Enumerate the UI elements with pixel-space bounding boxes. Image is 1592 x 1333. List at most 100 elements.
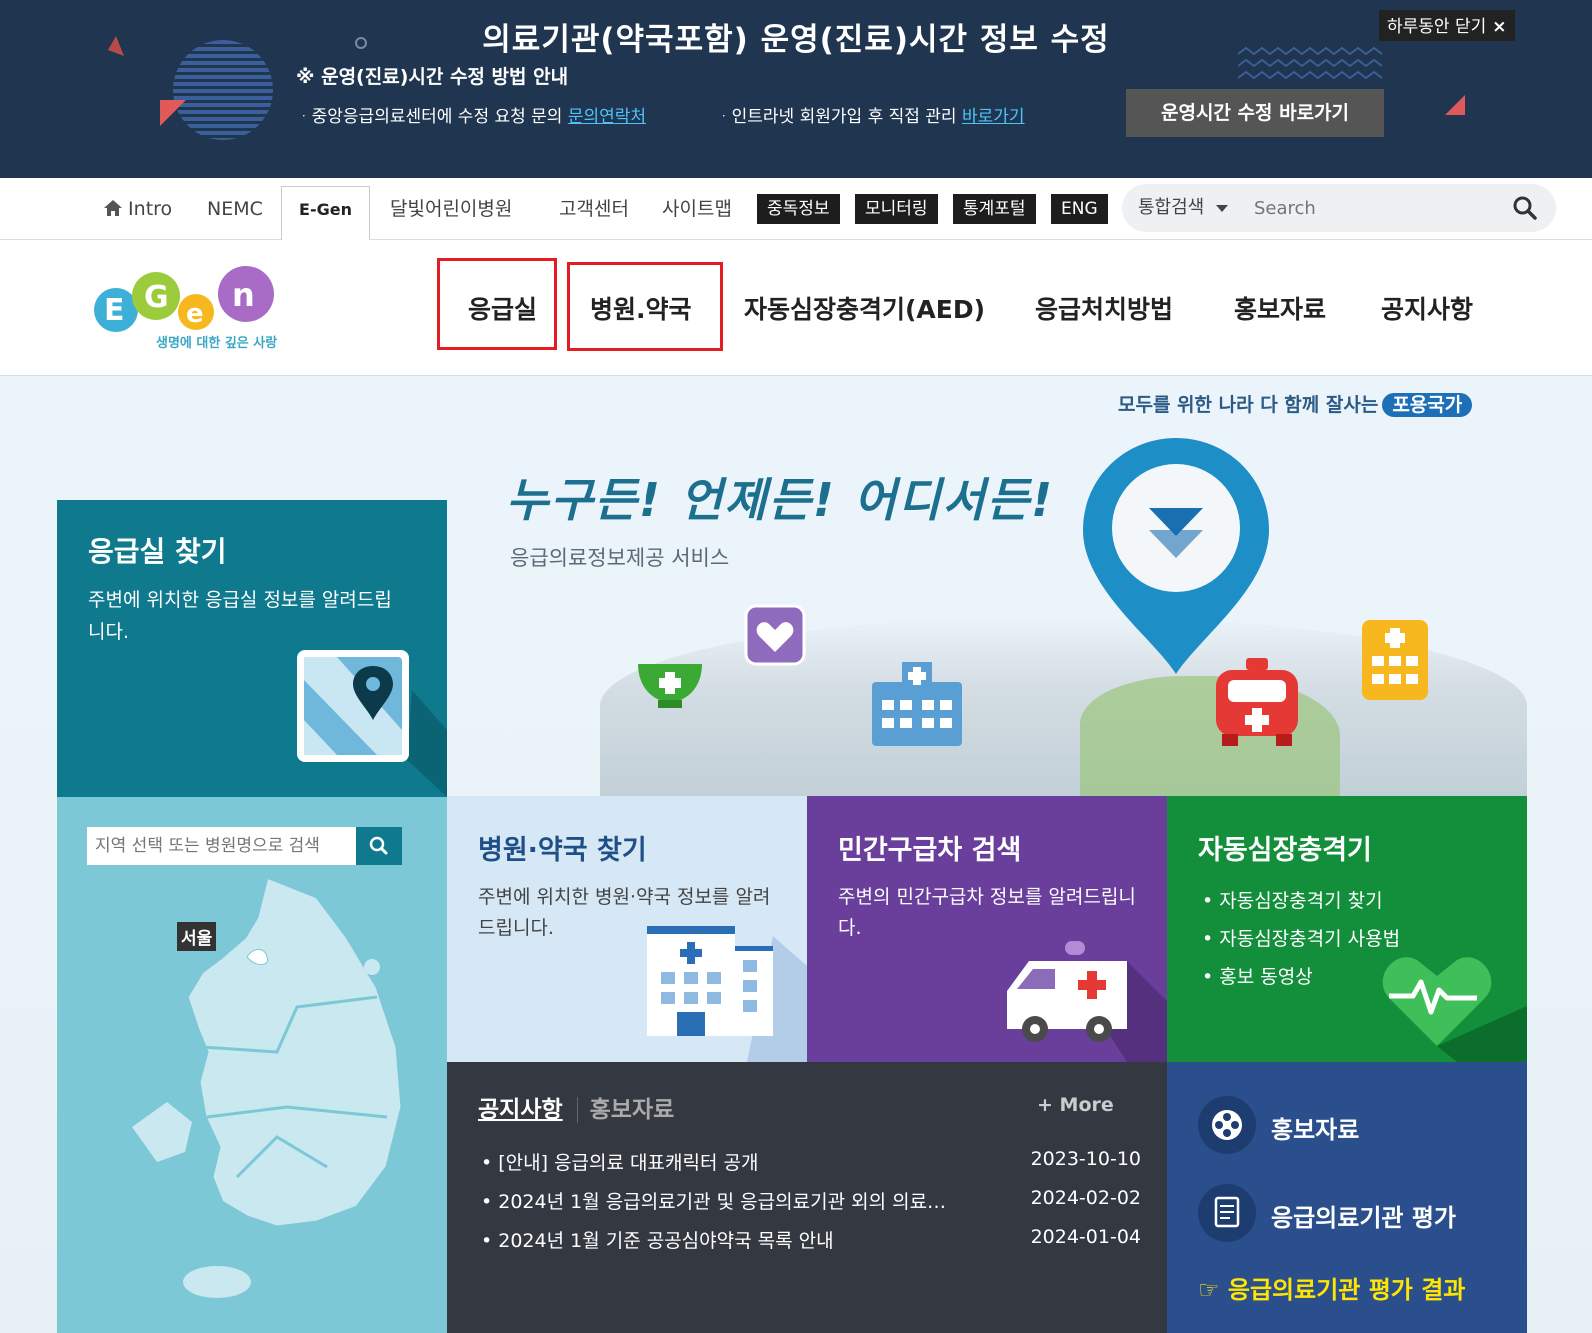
util-eng-button[interactable]: ENG xyxy=(1051,194,1108,224)
global-search-box: 통합검색 xyxy=(1122,184,1556,232)
close-for-day-button[interactable]: 하루동안 닫기 × xyxy=(1379,10,1515,41)
hospital-building-icon xyxy=(872,662,962,746)
utility-nav: Intro NEMC E-Gen 달빛어린이병원 고객센터 사이트맵 중독정보 … xyxy=(0,178,1592,240)
ambulance-tile-title: 민간구급차 검색 xyxy=(838,835,1022,866)
notice-item-date: 2024-01-04 xyxy=(1030,1226,1141,1248)
top-notice-banner: 의료기관(약국포함) 운영(진료)시간 정보 수정 ※ 운영(진료)시간 수정 … xyxy=(0,0,1592,178)
search-icon xyxy=(369,836,388,855)
region-hospital-search-input[interactable] xyxy=(87,827,399,865)
banner-line-contact-text: ᆞ중앙응급의료센터에 수정 요청 문의 xyxy=(296,107,568,127)
promo-materials-link[interactable]: 홍보자료 xyxy=(1271,1110,1359,1145)
notice-item-title: • 2024년 1월 응급의료기관 및 응급의료기관 외의 의료… xyxy=(481,1191,947,1213)
util-moonlight-link[interactable]: 달빛어린이병원 xyxy=(390,178,512,240)
hero-slogan: 누구든! 언제든! 어디서든! xyxy=(506,473,1055,527)
banner-line-intranet: ᆞ인트라넷 회원가입 후 직접 관리 바로가기 xyxy=(716,102,1025,127)
caret-down-icon xyxy=(1215,205,1228,212)
notice-item[interactable]: • 2024년 1월 기준 공공심야약국 목록 안내 2024-01-04 xyxy=(481,1226,1141,1265)
util-nemc-link[interactable]: NEMC xyxy=(207,178,263,240)
private-ambulance-search-tile[interactable]: 민간구급차 검색 주변의 민간구급차 정보를 알려드립니다. xyxy=(807,796,1167,1062)
util-monitoring-button[interactable]: 모니터링 xyxy=(855,194,938,224)
nav-notices[interactable]: 공지사항 xyxy=(1381,290,1473,326)
pharmacy-mortar-icon xyxy=(638,664,702,708)
ambulance-icon xyxy=(1007,941,1167,1062)
institution-evaluation-link[interactable]: 응급의료기관 평가 xyxy=(1271,1198,1456,1233)
util-intro-link[interactable]: Intro xyxy=(104,178,172,240)
nav-emergency-room[interactable]: 응급실 xyxy=(468,290,537,326)
egen-logo[interactable]: E G e n 생명에 대한 깊은 사랑 xyxy=(86,262,286,358)
close-icon: × xyxy=(1492,17,1507,37)
aed-tile-title: 자동심장충격기 xyxy=(1198,835,1372,866)
er-finder-panel[interactable]: 응급실 찾기 주변에 위치한 응급실 정보를 알려드립니다. xyxy=(57,500,447,810)
promo-panel: 홍보자료 응급의료기관 평가 ☞ 응급의료기관 평가 결과 xyxy=(1167,1062,1527,1333)
heart-aed-icon xyxy=(744,604,806,666)
util-stats-portal-button[interactable]: 통계포털 xyxy=(953,194,1036,224)
util-customer-link[interactable]: 고객센터 xyxy=(559,178,629,240)
hero-area: 모두를 위한 나라 다 함께 잘사는 포용국가 누구든! 언제든! 어디서든! 응… xyxy=(0,376,1592,1333)
banner-title: 의료기관(약국포함) 운영(진료)시간 정보 수정 xyxy=(482,22,1110,58)
nav-aed[interactable]: 자동심장충격기(AED) xyxy=(744,290,985,326)
region-search-button[interactable] xyxy=(356,827,402,865)
decorative-triangle xyxy=(160,100,186,126)
hospital-tile-title: 병원·약국 찾기 xyxy=(478,835,647,866)
main-nav: E G e n 생명에 대한 깊은 사랑 응급실 병원.약국 자동심장충격기(A… xyxy=(0,240,1592,376)
close-for-day-label: 하루동안 닫기 xyxy=(1387,17,1487,37)
banner-line-intranet-text: ᆞ인트라넷 회원가입 후 직접 관리 xyxy=(716,107,962,127)
aed-tile[interactable]: 자동심장충격기 • 자동심장충격기 찾기 • 자동심장충격기 사용법 • 홍보 … xyxy=(1167,796,1527,1062)
building-grid-icon xyxy=(1362,620,1428,700)
notice-list: • [안내] 응급의료 대표캐릭터 공개 2023-10-10 • 2024년 1… xyxy=(481,1148,1141,1265)
aed-find-link[interactable]: • 자동심장충격기 찾기 xyxy=(1202,882,1400,920)
location-pin-icon xyxy=(1083,438,1269,674)
tab-notices[interactable]: 공지사항 xyxy=(478,1097,563,1123)
heartbeat-heart-icon xyxy=(1382,957,1527,1062)
notice-tabs: 공지사항 홍보자료 xyxy=(478,1090,675,1124)
er-finder-title: 응급실 찾기 xyxy=(88,535,227,568)
search-icon[interactable] xyxy=(1512,195,1538,221)
seoul-label[interactable]: 서울 xyxy=(177,922,217,951)
hospital-building-icon xyxy=(647,926,807,1062)
korea-map-panel: 서울 xyxy=(57,797,447,1333)
util-sitemap-link[interactable]: 사이트맵 xyxy=(662,178,732,240)
evaluation-doc-icon xyxy=(1198,1184,1256,1242)
global-search-input[interactable] xyxy=(1254,193,1494,223)
intranet-link[interactable]: 바로가기 xyxy=(962,107,1025,127)
notice-item-date: 2024-02-02 xyxy=(1030,1187,1141,1209)
er-finder-desc: 주변에 위치한 응급실 정보를 알려드립니다. xyxy=(88,589,392,643)
svg-text:e: e xyxy=(186,299,204,329)
notice-item-date: 2023-10-10 xyxy=(1030,1148,1141,1170)
aed-link-list: • 자동심장충격기 찾기 • 자동심장충격기 사용법 • 홍보 동영상 xyxy=(1202,882,1400,996)
notice-more-link[interactable]: + More xyxy=(1037,1094,1114,1116)
nav-promotion[interactable]: 홍보자료 xyxy=(1234,290,1326,326)
ambulance-front-icon xyxy=(1216,658,1298,746)
util-egen-tab[interactable]: E-Gen xyxy=(281,186,370,240)
banner-subtitle: ※ 운영(진료)시간 수정 방법 안내 xyxy=(296,66,569,88)
svg-text:n: n xyxy=(232,276,255,314)
tagline-pill: 포용국가 xyxy=(1382,393,1473,417)
evaluation-result-link[interactable]: ☞ 응급의료기관 평가 결과 xyxy=(1198,1270,1465,1305)
notice-item-title: • [안내] 응급의료 대표캐릭터 공개 xyxy=(481,1152,759,1174)
notice-board: 공지사항 홍보자료 + More • [안내] 응급의료 대표캐릭터 공개 2023… xyxy=(447,1062,1167,1333)
egen-logo-mark: E G e n xyxy=(94,266,274,332)
korea-map[interactable] xyxy=(127,877,427,1327)
hero-service-label: 응급의료정보제공 서비스 xyxy=(510,546,730,570)
contact-link[interactable]: 문의연락처 xyxy=(568,107,646,127)
edit-hours-button[interactable]: 운영시간 수정 바로가기 xyxy=(1126,89,1384,137)
tab-promotion[interactable]: 홍보자료 xyxy=(576,1097,675,1123)
aed-video-link[interactable]: • 홍보 동영상 xyxy=(1202,958,1400,996)
util-intro-label: Intro xyxy=(128,198,173,220)
nav-first-aid[interactable]: 응급처치방법 xyxy=(1035,290,1173,326)
notice-item[interactable]: • [안내] 응급의료 대표캐릭터 공개 2023-10-10 xyxy=(481,1148,1141,1187)
search-category-label: 통합검색 xyxy=(1138,197,1205,218)
film-reel-icon xyxy=(1198,1096,1256,1154)
hospital-pharmacy-finder-tile[interactable]: 병원·약국 찾기 주변에 위치한 병원·약국 정보를 알려드립니다. xyxy=(447,796,807,1062)
search-category-select[interactable]: 통합검색 xyxy=(1138,184,1228,232)
tagline-text: 모두를 위한 나라 다 함께 잘사는 xyxy=(1118,394,1379,416)
logo-tagline: 생명에 대한 깊은 사랑 xyxy=(156,336,278,351)
notice-item-title: • 2024년 1월 기준 공공심야약국 목록 안내 xyxy=(481,1230,834,1252)
decorative-triangle xyxy=(1445,95,1465,115)
nav-hospital-pharmacy[interactable]: 병원.약국 xyxy=(590,290,692,326)
notice-item[interactable]: • 2024년 1월 응급의료기관 및 응급의료기관 외의 의료… 2024-02… xyxy=(481,1187,1141,1226)
util-poison-info-button[interactable]: 중독정보 xyxy=(757,194,840,224)
aed-usage-link[interactable]: • 자동심장충격기 사용법 xyxy=(1202,920,1400,958)
inclusive-nation-tagline: 모두를 위한 나라 다 함께 잘사는 포용국가 xyxy=(1118,390,1473,417)
ambulance-tile-desc: 주변의 민간구급차 정보를 알려드립니다. xyxy=(838,886,1136,939)
